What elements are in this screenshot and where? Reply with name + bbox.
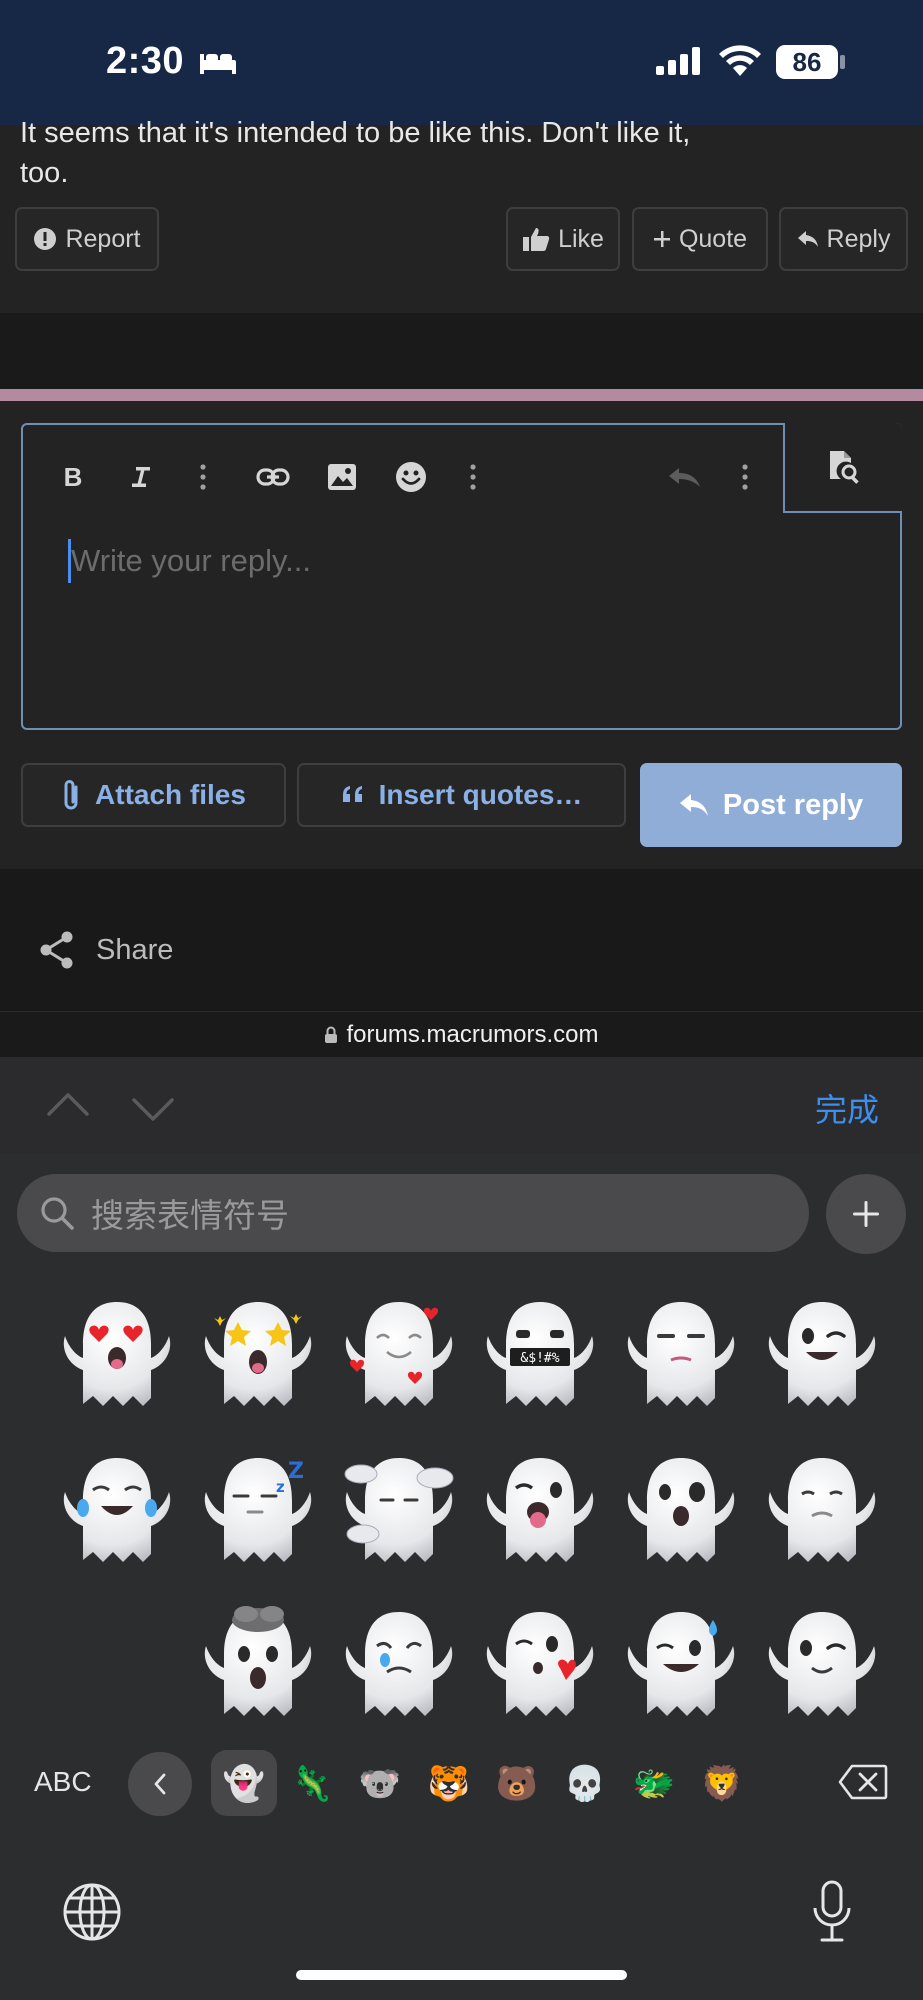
separator-line	[0, 389, 923, 401]
reply-arrow-icon	[679, 794, 708, 816]
bold-icon[interactable]: B	[51, 455, 95, 499]
report-button[interactable]: Report	[15, 207, 159, 271]
chevron-down-icon[interactable]	[131, 1097, 175, 1123]
share-button[interactable]: Share	[38, 930, 173, 970]
preview-icon	[829, 451, 859, 484]
reply-arrow-icon	[797, 231, 818, 247]
address-bar[interactable]: forums.macrumors.com	[0, 1011, 923, 1057]
attach-files-button[interactable]: Attach files	[21, 763, 286, 827]
italic-icon[interactable]	[119, 455, 163, 499]
insert-quotes-label: Insert quotes…	[378, 779, 583, 810]
reply-input[interactable]: Write your reply...	[71, 539, 311, 583]
category-tiger[interactable]: 🐯	[427, 1762, 471, 1806]
post-text-line: It seems that it's intended to be like t…	[20, 117, 691, 149]
svg-text:z: z	[276, 1478, 285, 1496]
cursing-ghost-sticker[interactable]: &$!#%	[480, 1296, 600, 1416]
category-bear[interactable]: 🐻	[495, 1762, 539, 1806]
battery-indicator: 86	[776, 45, 838, 79]
more-options-icon[interactable]	[451, 455, 495, 499]
link-icon[interactable]	[251, 455, 295, 499]
sleep-focus-icon	[200, 54, 236, 74]
wifi-icon	[719, 45, 761, 76]
category-ghost[interactable]: 👻	[222, 1762, 266, 1806]
undo-icon[interactable]	[663, 455, 707, 499]
insert-quotes-button[interactable]: Insert quotes…	[297, 763, 626, 827]
microphone-icon[interactable]	[811, 1880, 853, 1944]
reply-editor[interactable]: B Write your reply...	[21, 423, 902, 730]
attach-files-label: Attach files	[95, 779, 246, 810]
keyboard-accessory-bar: 完成	[0, 1057, 923, 1153]
crying-ghost-sticker[interactable]	[339, 1606, 459, 1726]
post-reply-button[interactable]: Post reply	[640, 763, 902, 847]
surprised-ghost-sticker[interactable]	[621, 1452, 741, 1572]
search-icon	[41, 1197, 74, 1230]
add-sticker-button[interactable]	[826, 1174, 906, 1254]
kissing-ghost-sticker[interactable]	[480, 1606, 600, 1726]
chevron-left-icon	[154, 1773, 166, 1795]
face-in-clouds-ghost-sticker[interactable]	[339, 1452, 459, 1572]
home-indicator[interactable]	[296, 1970, 627, 1980]
image-icon[interactable]	[320, 455, 364, 499]
forum-post: It seems that it's intended to be like t…	[0, 117, 923, 313]
category-skull[interactable]: 💀	[563, 1762, 607, 1806]
reply-label: Reply	[826, 224, 891, 253]
post-reply-label: Post reply	[722, 788, 864, 821]
sad-ghost-sticker[interactable]	[762, 1452, 882, 1572]
sweat-smile-ghost-sticker[interactable]	[621, 1606, 741, 1726]
tears-of-joy-ghost-sticker[interactable]	[57, 1452, 177, 1572]
heart-eyes-ghost-sticker[interactable]	[57, 1296, 177, 1416]
smiley-icon[interactable]	[389, 455, 433, 499]
category-lion[interactable]: 🦁	[700, 1762, 744, 1806]
post-text-line: too.	[20, 157, 69, 189]
abc-keyboard-button[interactable]: ABC	[34, 1766, 92, 1798]
smiling-hearts-ghost-sticker[interactable]	[339, 1296, 459, 1416]
svg-text:&$!#%: &$!#%	[520, 1351, 559, 1366]
post-body: It seems that it's intended to be like t…	[20, 113, 900, 193]
report-label: Report	[65, 224, 141, 253]
status-bar: 2:30 86	[0, 0, 923, 125]
emoji-search-field[interactable]: 搜索表情符号	[17, 1174, 809, 1252]
thumbs-up-icon	[523, 228, 550, 251]
preview-button[interactable]	[783, 423, 902, 513]
emoji-search-placeholder: 搜索表情符号	[91, 1197, 289, 1234]
globe-icon[interactable]	[62, 1882, 122, 1942]
quote-mark-icon	[342, 786, 362, 802]
peeking-ghost-sticker[interactable]	[762, 1606, 882, 1726]
share-label: Share	[96, 933, 174, 966]
reply-button[interactable]: Reply	[779, 207, 908, 271]
winking-ghost-sticker[interactable]	[762, 1296, 882, 1416]
status-time: 2:30	[106, 40, 185, 82]
paperclip-icon	[64, 780, 78, 810]
cellular-signal-icon	[656, 47, 700, 75]
plus-icon	[853, 1201, 879, 1227]
category-koala[interactable]: 🐨	[358, 1762, 402, 1806]
url-text: forums.macrumors.com	[346, 1020, 599, 1048]
exploding-head-ghost-sticker[interactable]	[198, 1606, 318, 1726]
alert-icon	[34, 228, 57, 250]
sleeping-ghost-sticker[interactable]: Z z	[198, 1452, 318, 1572]
svg-text:Z: Z	[288, 1459, 304, 1484]
category-back-button[interactable]	[128, 1752, 192, 1816]
quote-button[interactable]: Quote	[632, 207, 768, 271]
delete-key-icon[interactable]	[838, 1764, 888, 1800]
share-icon	[40, 931, 73, 969]
more-options-icon[interactable]	[723, 455, 767, 499]
done-button[interactable]: 完成	[815, 1085, 879, 1131]
plus-icon	[653, 231, 670, 247]
category-dragon[interactable]: 🐲	[632, 1762, 676, 1806]
chevron-up-icon[interactable]	[46, 1091, 90, 1117]
star-eyes-ghost-sticker[interactable]	[198, 1296, 318, 1416]
like-label: Like	[558, 224, 604, 253]
category-lizard[interactable]: 🦎	[290, 1762, 334, 1806]
lock-icon	[325, 1026, 338, 1043]
unamused-ghost-sticker[interactable]	[621, 1296, 741, 1416]
tongue-wink-ghost-sticker[interactable]	[480, 1452, 600, 1572]
emoji-keyboard: 搜索表情符号	[0, 1153, 923, 2000]
more-options-icon[interactable]	[181, 455, 225, 499]
quote-label: Quote	[678, 224, 748, 253]
battery-tip	[840, 55, 845, 69]
separator-band	[0, 313, 923, 389]
like-button[interactable]: Like	[506, 207, 620, 271]
